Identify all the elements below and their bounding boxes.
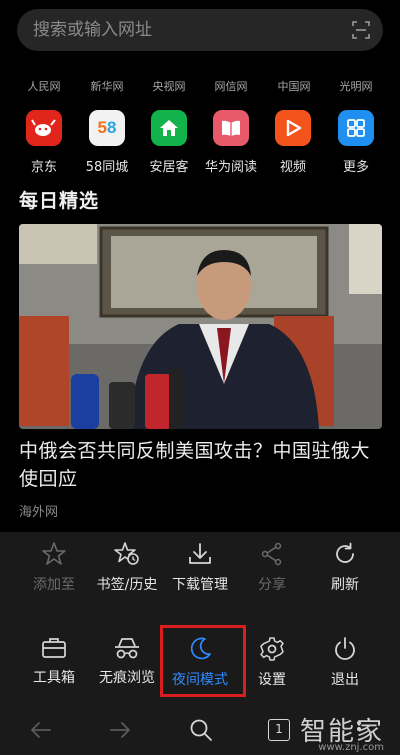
app-58[interactable]: 58 58同城	[72, 110, 142, 175]
menu-label: 退出	[331, 672, 359, 688]
menu-label: 添加至	[33, 577, 75, 593]
app-shortcuts: 京东 58 58同城 安居客 华为阅读 视频 更多	[0, 110, 400, 175]
site-link[interactable]: 网信网	[201, 78, 261, 94]
menu-label: 工具箱	[33, 670, 75, 686]
download-icon	[189, 543, 211, 564]
menu-label: 书签/历史	[96, 577, 158, 593]
star-icon	[42, 542, 66, 565]
site-link[interactable]: 人民网	[14, 78, 74, 94]
toolbox-icon	[42, 638, 66, 658]
bookmarks-history-button[interactable]: 书签/历史	[87, 541, 167, 595]
incognito-icon	[115, 638, 139, 659]
huawei-reading-icon	[213, 110, 249, 146]
app-label: 京东	[30, 160, 57, 175]
site-link[interactable]: 央视网	[139, 78, 199, 94]
add-to-button[interactable]: 添加至	[14, 541, 94, 595]
search-icon[interactable]	[188, 717, 214, 743]
app-more[interactable]: 更多	[321, 110, 391, 175]
watermark-url: www.znj.com	[318, 742, 384, 753]
exit-button[interactable]: 退出	[305, 636, 385, 690]
watermark: 智能家 www.znj.com	[264, 711, 394, 753]
menu-label: 分享	[258, 577, 286, 593]
search-input[interactable]	[33, 9, 333, 51]
power-icon	[335, 637, 355, 660]
share-button[interactable]: 分享	[232, 541, 312, 595]
scan-icon[interactable]	[351, 20, 371, 40]
more-icon	[338, 110, 374, 146]
app-label: 华为阅读	[204, 160, 257, 175]
download-manager-button[interactable]: 下载管理	[160, 541, 240, 595]
highlight-box	[160, 625, 246, 697]
gear-icon	[260, 637, 284, 661]
58-icon: 58	[89, 110, 125, 146]
news-headline[interactable]: 中俄会否共同反制美国攻击？中国驻俄大使回应	[19, 437, 384, 493]
app-video[interactable]: 视频	[258, 110, 328, 175]
app-label: 更多	[342, 160, 369, 175]
app-label: 安居客	[149, 160, 189, 175]
app-anjuke[interactable]: 安居客	[134, 110, 204, 175]
bookmark-history-icon	[114, 542, 139, 565]
site-links: 人民网 新华网 央视网 网信网 中国网 光明网	[0, 78, 400, 96]
anjuke-icon	[151, 110, 187, 146]
app-huawei-reading[interactable]: 华为阅读	[196, 110, 266, 175]
incognito-button[interactable]: 无痕浏览	[87, 636, 167, 688]
back-arrow-icon[interactable]	[28, 717, 54, 743]
section-title: 每日精选	[19, 190, 100, 212]
forward-arrow-icon[interactable]	[107, 717, 133, 743]
toolbox-button[interactable]: 工具箱	[14, 636, 94, 688]
search-bar[interactable]	[17, 9, 383, 51]
menu-label: 刷新	[331, 577, 359, 593]
news-source: 海外网	[19, 505, 59, 520]
video-icon	[275, 110, 311, 146]
news-image[interactable]	[19, 224, 382, 429]
menu-label: 下载管理	[172, 577, 228, 593]
site-link[interactable]: 光明网	[326, 78, 386, 94]
site-link[interactable]: 新华网	[77, 78, 137, 94]
jd-icon	[26, 110, 62, 146]
app-label: 58同城	[85, 160, 129, 175]
menu-label: 无痕浏览	[99, 670, 155, 686]
site-link[interactable]: 中国网	[264, 78, 324, 94]
refresh-button[interactable]: 刷新	[305, 541, 385, 595]
refresh-icon	[336, 542, 354, 563]
share-icon	[261, 542, 282, 566]
app-jd[interactable]: 京东	[9, 110, 79, 175]
app-label: 视频	[279, 160, 306, 175]
